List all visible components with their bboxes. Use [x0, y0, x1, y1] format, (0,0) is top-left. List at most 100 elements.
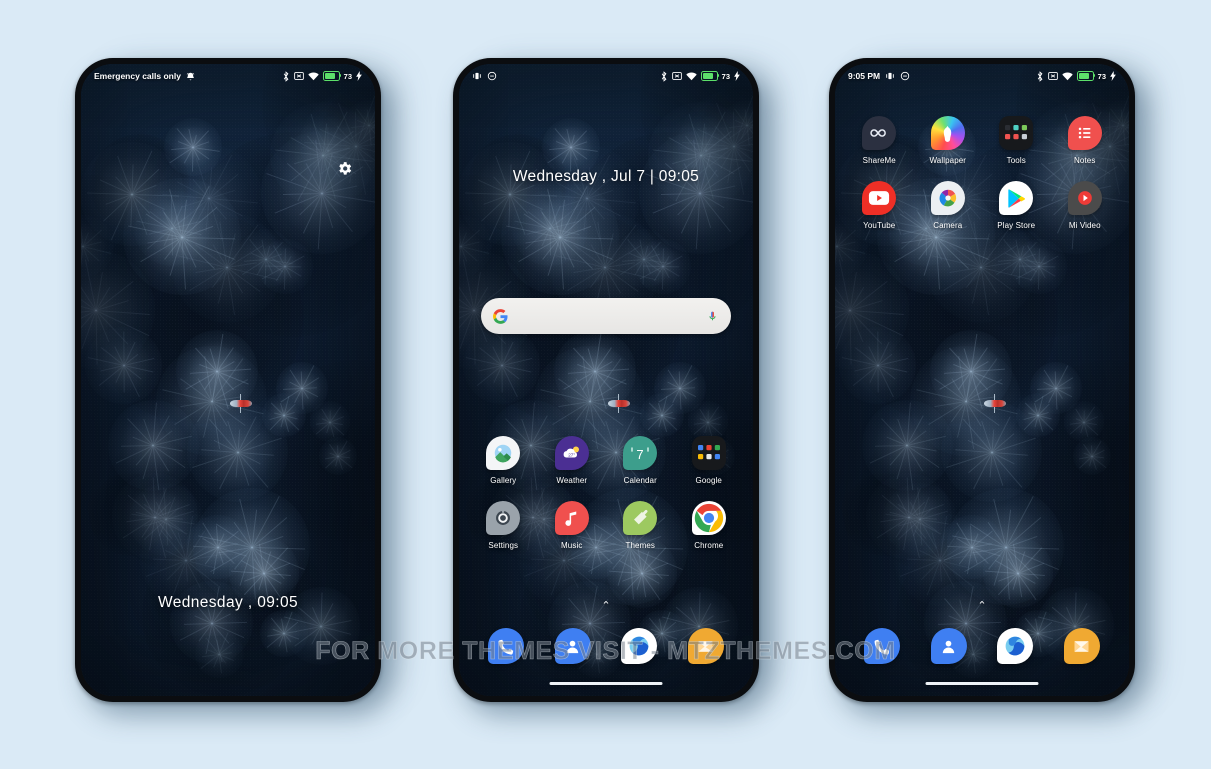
app-drawer-chevron-up-icon[interactable]: ⌃: [835, 599, 1129, 612]
app-settings[interactable]: Settings: [469, 501, 538, 550]
music-icon: [554, 501, 589, 535]
status-icons: 73: [282, 70, 362, 82]
app-play-store[interactable]: Play Store: [982, 181, 1051, 230]
phone-screen-lockscreen[interactable]: Emergency calls only 73 Wednesday , 09:0…: [81, 64, 375, 696]
gear-icon[interactable]: [336, 160, 353, 182]
app-grid: Gallery 27° Weather 7 Calendar Google Se…: [469, 436, 743, 550]
app-wallpaper[interactable]: Wallpaper: [914, 116, 983, 165]
dock-item-contacts[interactable]: [916, 628, 983, 664]
app-label: Gallery: [490, 476, 517, 485]
google-search-bar[interactable]: [481, 298, 731, 334]
themes-icon: [623, 501, 658, 535]
wifi-icon: [307, 71, 319, 81]
play-store-icon: [999, 181, 1034, 215]
app-label: Chrome: [694, 541, 724, 550]
app-label: Play Store: [997, 221, 1036, 230]
phone-screen-homescreen[interactable]: 73 Wednesday , Jul 7 | 09:05 Gallery 27°…: [459, 64, 753, 696]
dock-item-phone[interactable]: [849, 628, 916, 664]
homescreen-clock-widget: Wednesday , Jul 7 | 09:05: [512, 168, 700, 185]
app-label: Calendar: [623, 476, 657, 485]
camera-icon: [930, 181, 965, 215]
dock-item-browser[interactable]: [606, 628, 673, 664]
bluetooth-icon: [1036, 70, 1044, 82]
phone-device-homescreen-page2: 9:05 PM 73 ShareMe Wallpaper Tools Notes…: [829, 58, 1135, 702]
status-icons: 73: [1036, 70, 1116, 82]
google-g-icon: [493, 308, 508, 324]
app-label: Wallpaper: [929, 156, 967, 165]
battery-icon: [1076, 71, 1096, 81]
app-label: Mi Video: [1068, 221, 1101, 230]
app-gallery[interactable]: Gallery: [469, 436, 538, 485]
wifi-icon: [1061, 71, 1073, 81]
no-sim-icon: [671, 71, 682, 81]
app-google-folder[interactable]: Google: [675, 436, 744, 485]
charging-bolt-icon: [356, 71, 362, 81]
navigation-pill[interactable]: [925, 681, 1039, 685]
phone-device-homescreen: 73 Wednesday , Jul 7 | 09:05 Gallery 27°…: [453, 58, 759, 702]
app-camera[interactable]: Camera: [914, 181, 983, 230]
app-grid: ShareMe Wallpaper Tools Notes YouTube Ca…: [845, 116, 1119, 230]
battery-icon: [322, 71, 342, 81]
app-music[interactable]: Music: [538, 501, 607, 550]
dock-item-file-manager[interactable]: [673, 628, 740, 664]
charging-bolt-icon: [1110, 71, 1116, 81]
wifi-icon: [685, 71, 697, 81]
battery-percent: 73: [343, 71, 352, 81]
app-tools-folder[interactable]: Tools: [982, 116, 1051, 165]
no-sim-icon: [293, 71, 304, 81]
status-bar: 73: [459, 64, 753, 88]
phone-screen-homescreen-page2[interactable]: 9:05 PM 73 ShareMe Wallpaper Tools Notes…: [835, 64, 1129, 696]
dock-item-file-manager[interactable]: [1049, 628, 1116, 664]
navigation-pill[interactable]: [549, 681, 663, 685]
gallery-icon: [486, 436, 521, 470]
app-notes[interactable]: Notes: [1051, 116, 1120, 165]
dock-item-phone[interactable]: [473, 628, 540, 664]
status-icons: 73: [660, 70, 740, 82]
shareme-icon: [862, 116, 897, 150]
app-themes[interactable]: Themes: [606, 501, 675, 550]
battery-percent: 73: [1097, 71, 1106, 81]
app-label: Music: [561, 541, 583, 550]
wallpaper-icon: [930, 116, 965, 150]
app-mi-video[interactable]: Mi Video: [1051, 181, 1120, 230]
contacts-icon: [930, 628, 967, 664]
dnd-icon: [900, 71, 910, 81]
weather-icon: 27°: [554, 436, 589, 470]
app-label: ShareMe: [862, 156, 896, 165]
app-chrome[interactable]: Chrome: [675, 501, 744, 550]
carrier-label: Emergency calls only: [94, 71, 181, 81]
microphone-icon[interactable]: [706, 310, 719, 323]
app-calendar[interactable]: 7 Calendar: [606, 436, 675, 485]
search-input[interactable]: [508, 310, 706, 322]
app-weather[interactable]: 27° Weather: [538, 436, 607, 485]
dock-item-contacts[interactable]: [540, 628, 607, 664]
alarm-icon: [186, 72, 195, 81]
status-bar: 9:05 PM 73: [835, 64, 1129, 88]
chrome-icon: [691, 501, 726, 535]
youtube-icon: [862, 181, 897, 215]
no-sim-icon: [1047, 71, 1058, 81]
wallpaper-boat: [230, 394, 252, 413]
charging-bolt-icon: [734, 71, 740, 81]
dock-item-browser[interactable]: [982, 628, 1049, 664]
file-manager-icon: [1063, 628, 1100, 664]
app-youtube[interactable]: YouTube: [845, 181, 914, 230]
browser-icon: [997, 628, 1034, 664]
calendar-icon: 7: [623, 436, 658, 470]
app-label: YouTube: [863, 221, 896, 230]
app-shareme[interactable]: ShareMe: [845, 116, 914, 165]
app-drawer-chevron-up-icon[interactable]: ⌃: [459, 599, 753, 612]
app-label: Tools: [1006, 156, 1026, 165]
phone-device-lockscreen: Emergency calls only 73 Wednesday , 09:0…: [75, 58, 381, 702]
app-label: Themes: [625, 541, 655, 550]
app-label: Settings: [488, 541, 519, 550]
contacts-icon: [554, 628, 591, 664]
dock: [849, 628, 1115, 664]
screenshot-stage: Emergency calls only 73 Wednesday , 09:0…: [0, 0, 1211, 769]
file-manager-icon: [687, 628, 724, 664]
wallpaper-boat: [608, 394, 630, 413]
phone-icon: [864, 628, 901, 664]
battery-icon: [700, 71, 720, 81]
svg-text:7: 7: [637, 447, 644, 462]
status-bar: Emergency calls only 73: [81, 64, 375, 88]
